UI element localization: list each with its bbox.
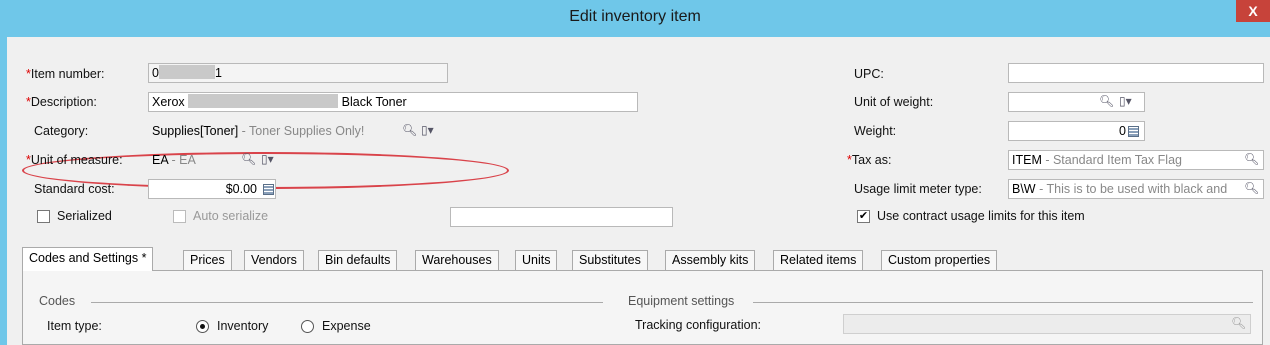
tab-units[interactable]: Units [515, 250, 558, 270]
section-divider [753, 302, 1253, 303]
search-icon[interactable]: 🔍︎ [1099, 94, 1114, 108]
redacted-block [158, 65, 215, 79]
tax-as-label: *Tax as: [847, 153, 892, 167]
lookup-dropdown-icon[interactable]: ▯▾ [421, 123, 434, 137]
edit-inventory-window: Edit inventory item X *Item number: 01 *… [0, 0, 1270, 345]
item-number-label: *Item number: [26, 67, 105, 81]
unit-of-weight-label: Unit of weight: [854, 95, 934, 109]
lookup-dropdown-icon[interactable]: ▯▾ [1119, 94, 1132, 108]
item-type-expense-label: Expense [322, 319, 371, 333]
standard-cost-label: Standard cost: [34, 182, 115, 196]
tab-codes-and-settings[interactable]: Codes and Settings * [22, 247, 154, 271]
item-type-label: Item type: [47, 319, 102, 333]
usage-limit-label: Usage limit meter type: [854, 182, 982, 196]
codes-settings-panel: Codes Item type: Inventory Expense Equip… [22, 270, 1263, 345]
codes-section-title: Codes [39, 294, 76, 308]
standard-cost-field[interactable]: $0.00 [148, 179, 276, 199]
use-contract-checkbox[interactable]: ✔ [857, 210, 870, 223]
search-icon[interactable]: 🔍︎ [1244, 152, 1259, 166]
tracking-configuration-field[interactable] [843, 314, 1251, 334]
lookup-dropdown-icon[interactable]: ▯▾ [261, 152, 274, 166]
search-icon[interactable]: 🔍︎ [1231, 316, 1246, 330]
serial-text-field[interactable] [450, 207, 673, 227]
weight-field[interactable]: 0 [1008, 121, 1145, 141]
description-field[interactable]: Xerox Black Toner [148, 92, 638, 112]
tab-custom-properties[interactable]: Custom properties [881, 250, 998, 270]
serialized-label: Serialized [57, 209, 112, 223]
tab-prices[interactable]: Prices [183, 250, 232, 270]
close-button[interactable]: X [1236, 0, 1270, 22]
search-icon[interactable]: 🔍︎ [402, 123, 417, 137]
tab-assembly-kits[interactable]: Assembly kits [665, 250, 756, 270]
tab-substitutes[interactable]: Substitutes [572, 250, 648, 270]
redacted-block [188, 94, 339, 108]
item-number-field[interactable]: 01 [148, 63, 448, 83]
tab-bin-defaults[interactable]: Bin defaults [318, 250, 398, 270]
window-title: Edit inventory item [569, 8, 701, 25]
tracking-configuration-label: Tracking configuration: [635, 318, 761, 332]
upc-label: UPC: [854, 67, 884, 81]
weight-label: Weight: [854, 124, 897, 138]
search-icon[interactable]: 🔍︎ [241, 152, 256, 166]
unit-of-measure-label: *Unit of measure: [26, 153, 123, 167]
description-label: *Description: [26, 95, 97, 109]
search-icon[interactable]: 🔍︎ [1244, 181, 1259, 195]
serialized-checkbox[interactable] [37, 210, 50, 223]
upc-field[interactable] [1008, 63, 1264, 83]
window-frame-left [0, 37, 7, 345]
tab-vendors[interactable]: Vendors [244, 250, 304, 270]
tax-as-field[interactable]: ITEM - Standard Item Tax Flag [1008, 150, 1264, 170]
auto-serialize-checkbox[interactable] [173, 210, 186, 223]
use-contract-label: Use contract usage limits for this item [877, 209, 1085, 223]
item-type-inventory-label: Inventory [217, 319, 269, 333]
tab-related-items[interactable]: Related items [773, 250, 864, 270]
section-divider [91, 302, 603, 303]
item-type-expense-radio[interactable] [301, 320, 314, 333]
equipment-section-title: Equipment settings [628, 294, 735, 308]
item-type-inventory-radio[interactable] [196, 320, 209, 333]
category-label: Category: [34, 124, 89, 138]
title-bar: Edit inventory item X [0, 0, 1270, 37]
usage-limit-field[interactable]: B\W - This is to be used with black and [1008, 179, 1264, 199]
auto-serialize-label: Auto serialize [193, 209, 269, 223]
calculator-icon[interactable] [1128, 126, 1139, 137]
calculator-icon[interactable] [263, 184, 274, 195]
tab-warehouses[interactable]: Warehouses [415, 250, 499, 270]
